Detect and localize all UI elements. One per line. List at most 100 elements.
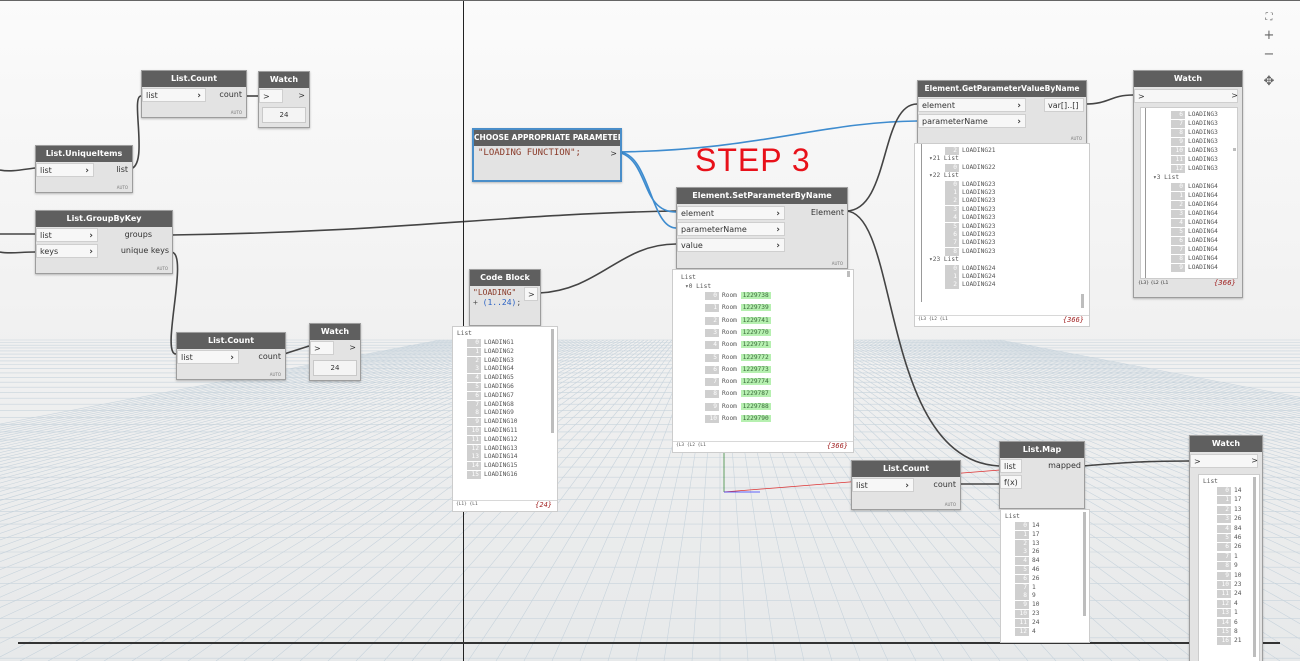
element-id[interactable]: 1229773 bbox=[740, 365, 771, 373]
zoom-in-button[interactable]: + bbox=[1262, 29, 1276, 43]
element-id[interactable]: 1229738 bbox=[740, 292, 771, 299]
output-port-list[interactable]: list bbox=[98, 163, 128, 177]
list-count-node-mid[interactable]: List.Count list › count AUTO bbox=[176, 332, 286, 380]
list-index: 9 bbox=[467, 418, 481, 427]
output-port[interactable]: > bbox=[524, 287, 538, 301]
preview-scrollbar[interactable] bbox=[551, 329, 554, 433]
element-id[interactable]: 1229771 bbox=[740, 341, 771, 349]
port-arrow-icon: › bbox=[776, 209, 780, 219]
list-header: List bbox=[1203, 478, 1218, 485]
list-unique-items-node[interactable]: List.UniqueItems list › list AUTO bbox=[35, 145, 133, 193]
element-id[interactable]: 1229739 bbox=[740, 304, 771, 312]
list-count-node-bottom[interactable]: List.Count list › count AUTO bbox=[851, 460, 961, 510]
list-item: 11 LOADING12 bbox=[467, 435, 518, 444]
get-parameter-value-by-name-node[interactable]: Element.GetParameterValueByName element ›… bbox=[917, 80, 1087, 144]
list-index: 2 bbox=[705, 316, 719, 325]
watch-output-port[interactable]: > bbox=[344, 341, 356, 355]
watch-input-port[interactable]: > bbox=[310, 341, 334, 355]
preview-scrollbar[interactable] bbox=[847, 271, 850, 277]
list-index: 0 bbox=[467, 339, 481, 347]
graph-canvas[interactable]: STEP 3 List.Count list › count AUTO Watch… bbox=[0, 0, 1300, 661]
list-item: 3 LOADING23 bbox=[945, 205, 996, 214]
list-group-by-key-node[interactable]: List.GroupByKey list › keys › groups uniqu… bbox=[35, 210, 173, 274]
input-port-list[interactable]: list › bbox=[36, 163, 94, 177]
preview-scrollbar[interactable] bbox=[1083, 512, 1086, 616]
choose-parameter-code-node[interactable]: CHOOSE APPROPRIATE PARAMETER "LOADING FU… bbox=[472, 128, 622, 182]
watch-preview[interactable]: 6 LOADING3 7 LOADING3 8 LOADING3 9 LOADING3 10 LO… bbox=[1140, 107, 1238, 279]
input-port-element[interactable]: element › bbox=[677, 206, 785, 220]
list-item: 12 LOADING13 bbox=[467, 444, 518, 453]
code-line-1[interactable]: "LOADING" bbox=[473, 288, 516, 297]
input-port-parameter-name[interactable]: parameterName › bbox=[677, 222, 785, 236]
code-block-node[interactable]: Code Block "LOADING" + (1..24); > bbox=[469, 269, 541, 326]
input-port-element[interactable]: element › bbox=[918, 98, 1026, 112]
set-parameter-by-name-node[interactable]: Element.SetParameterByName element › para… bbox=[676, 187, 848, 269]
list-index: 12 bbox=[1217, 599, 1231, 608]
input-port-parameter-name[interactable]: parameterName › bbox=[918, 114, 1026, 128]
watch-output-port[interactable]: > bbox=[1246, 454, 1258, 468]
list-item: 4 84 bbox=[1217, 524, 1241, 533]
output-port-mapped[interactable]: mapped bbox=[1041, 459, 1081, 473]
watch-input-port[interactable]: > bbox=[259, 89, 283, 103]
preview-scrollbar[interactable] bbox=[1253, 477, 1256, 657]
element-id[interactable]: 1229774 bbox=[740, 378, 771, 386]
output-port[interactable]: > bbox=[607, 147, 617, 161]
input-port-list[interactable]: list › bbox=[852, 478, 914, 492]
output-port-groups[interactable]: groups bbox=[102, 228, 152, 242]
input-port-list[interactable]: list › bbox=[36, 228, 98, 242]
output-port-count[interactable]: count bbox=[916, 478, 956, 492]
output-port-element[interactable]: Element bbox=[794, 206, 844, 220]
port-label: element bbox=[922, 101, 955, 110]
code-block-preview[interactable]: List 0 LOADING1 1 LOADING2 2 LOADING3 3 LOADING4… bbox=[452, 326, 558, 512]
fit-view-icon[interactable]: ⛶ bbox=[1262, 11, 1276, 25]
list-index: 5 bbox=[705, 353, 719, 362]
element-id[interactable]: 1229770 bbox=[740, 328, 771, 336]
element-label: Room bbox=[722, 390, 737, 398]
item-count: {366} bbox=[826, 442, 848, 450]
element-label: Room bbox=[722, 341, 737, 349]
preview-scrollbar[interactable] bbox=[1081, 294, 1084, 308]
zoom-out-button[interactable]: − bbox=[1262, 48, 1276, 62]
list-map-node[interactable]: List.Map list f(x) mapped bbox=[999, 441, 1085, 509]
input-port-list[interactable]: list bbox=[1000, 459, 1022, 473]
node-title: Watch bbox=[1190, 436, 1262, 452]
preview-scrollbar[interactable] bbox=[1233, 148, 1236, 151]
output-port-unique-keys[interactable]: unique keys bbox=[109, 244, 169, 258]
list-map-preview[interactable]: List 0 14 1 17 2 13 3 26 4 84 5 46 6 26 7 1 8 9 9 10 10 23 11 24… bbox=[1000, 509, 1090, 643]
code-text[interactable]: "LOADING FUNCTION"; bbox=[478, 148, 581, 158]
element-id[interactable]: 1229741 bbox=[740, 316, 771, 324]
code-line-2[interactable]: + (1..24); bbox=[473, 298, 521, 307]
input-port-keys[interactable]: keys › bbox=[36, 244, 98, 258]
watch-output-port[interactable]: > bbox=[293, 89, 305, 103]
pan-icon[interactable]: ✥ bbox=[1262, 75, 1276, 89]
list-item: 6 26 bbox=[1015, 574, 1039, 583]
watch-input-port[interactable]: > bbox=[1134, 89, 1238, 103]
input-port-list[interactable]: list › bbox=[142, 88, 206, 102]
watch-output-port[interactable]: > bbox=[1226, 89, 1238, 103]
input-port-list[interactable]: list › bbox=[177, 350, 239, 364]
port-label: list bbox=[146, 91, 158, 100]
element-id[interactable]: 1229788 bbox=[740, 402, 771, 410]
watch-node-top[interactable]: Watch > > 24 bbox=[258, 71, 310, 128]
tree-guide bbox=[921, 144, 922, 302]
element-id[interactable]: 1229787 bbox=[740, 390, 771, 398]
element-id[interactable]: 1229790 bbox=[740, 415, 771, 422]
watch-node-bottom[interactable]: Watch > > List 0 14 1 17 2 13 3 26 4 84 5 46 6 26 7 1 8 9 9… bbox=[1189, 435, 1263, 661]
set-parameter-preview[interactable]: List ▾0 List 0 Room 1229738 1 Room 1229739 2 Ro… bbox=[672, 269, 854, 453]
list-index: 3 bbox=[1015, 548, 1029, 557]
watch-node-right[interactable]: Watch > > 6 LOADING3 7 LOADING3 8 LOADING3 9 LO… bbox=[1133, 70, 1243, 298]
output-port-count[interactable]: count bbox=[202, 88, 242, 102]
list-index: 8 bbox=[1015, 592, 1029, 601]
input-port-fx[interactable]: f(x) bbox=[1000, 475, 1022, 489]
input-port-value[interactable]: value › bbox=[677, 238, 785, 252]
watch-preview[interactable]: List 0 14 1 17 2 13 3 26 4 84 5 46 6 26 7 1 8 9 9 10 10 23 11 24… bbox=[1198, 474, 1260, 661]
list-item: 2 Room 1229741 bbox=[705, 316, 771, 325]
list-count-node-top[interactable]: List.Count list › count AUTO bbox=[141, 70, 247, 118]
sublist-header: ▾23 List bbox=[929, 256, 959, 264]
level-label: {L3 {L2 {L1 bbox=[918, 317, 948, 322]
output-port-var[interactable]: var[]..[] bbox=[1044, 98, 1084, 112]
element-id[interactable]: 1229772 bbox=[740, 353, 771, 361]
get-parameter-preview[interactable]: 2 LOADING21 ▾21 List 0 LOADING22 ▾22 List 0 LOA… bbox=[914, 143, 1090, 327]
output-port-count[interactable]: count bbox=[241, 350, 281, 364]
watch-node-mid[interactable]: Watch > > 24 bbox=[309, 323, 361, 381]
